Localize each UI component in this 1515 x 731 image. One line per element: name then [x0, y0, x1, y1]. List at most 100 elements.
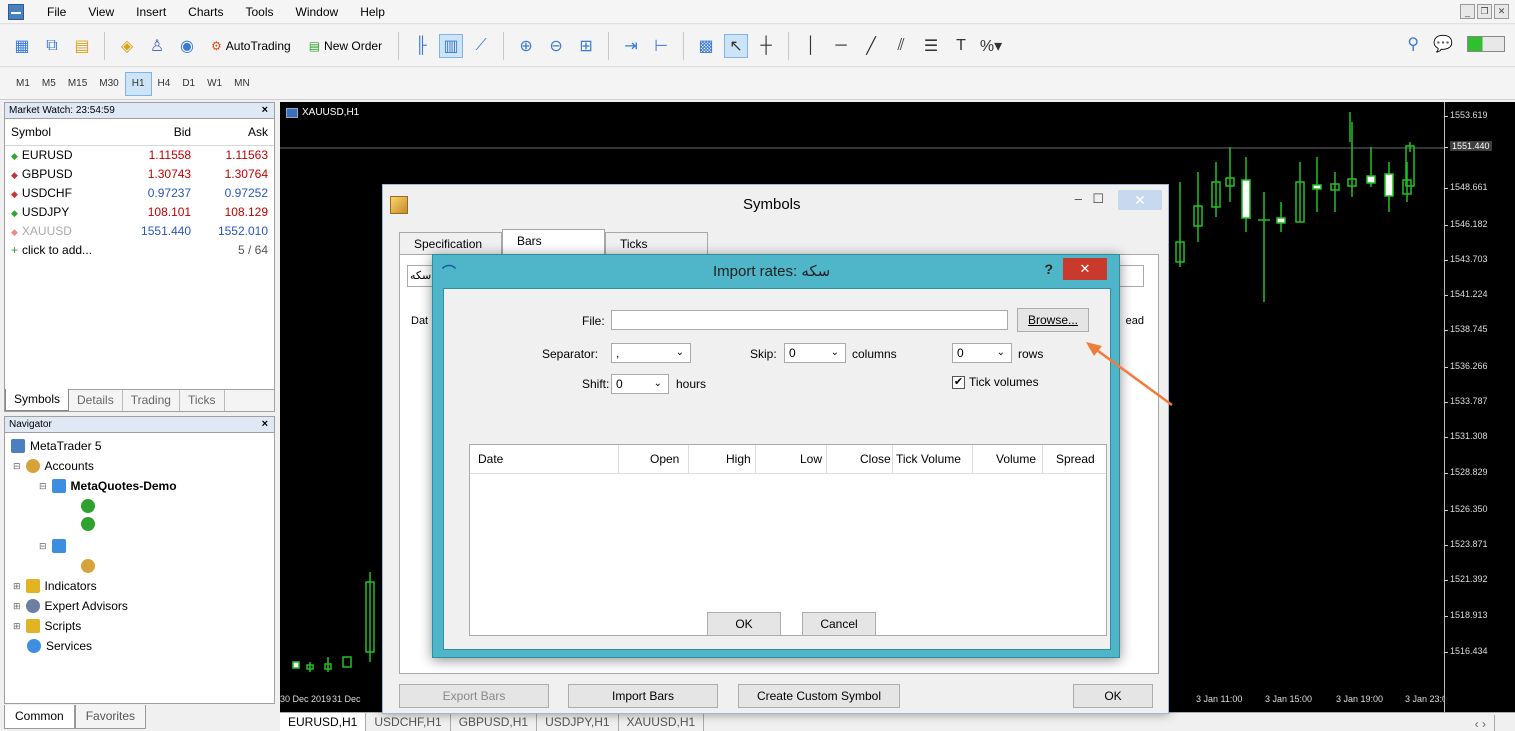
templates-icon[interactable]: ▤ — [70, 34, 94, 58]
table-row[interactable]: ◆ USDCHF 0.97237 0.97252 — [5, 183, 274, 202]
menu-window[interactable]: Window — [285, 5, 350, 19]
restore-icon[interactable]: ❐ — [1477, 4, 1492, 19]
new-chart-icon[interactable]: ▦ — [10, 34, 34, 58]
data-window-icon[interactable]: ♙ — [145, 34, 169, 58]
indicators-list-icon[interactable]: ▩ — [694, 34, 718, 58]
tick-volumes-checkbox[interactable]: ✔ Tick volumes — [952, 375, 1039, 389]
table-row[interactable]: ◆ XAUUSD 1551.440 1552.010 — [5, 221, 274, 240]
column-header-symbol[interactable]: Symbol — [5, 119, 121, 146]
menu-help[interactable]: Help — [349, 5, 396, 19]
horizontal-line-icon[interactable]: ─ — [829, 34, 853, 58]
timeframe-mn[interactable]: MN — [228, 72, 256, 96]
tab-specification[interactable]: Specification — [399, 232, 502, 254]
tab-ticks[interactable]: Ticks — [605, 232, 708, 254]
tile-windows-icon[interactable]: ⊞ — [574, 34, 598, 58]
column-header-volume[interactable]: Volume — [996, 452, 1036, 466]
help-icon[interactable]: ? — [1044, 261, 1053, 277]
export-bars-button[interactable]: Export Bars — [399, 684, 549, 708]
nav-scripts[interactable]: ⊞ Scripts — [13, 619, 81, 633]
text-icon[interactable]: T — [949, 34, 973, 58]
menu-view[interactable]: View — [77, 5, 125, 19]
column-header-spread[interactable]: Spread — [1056, 452, 1095, 466]
add-symbol-row[interactable]: + click to add... 5 / 64 — [5, 240, 274, 259]
timeframe-m15[interactable]: M15 — [62, 72, 93, 96]
ok-button[interactable]: OK — [707, 612, 781, 636]
maximize-icon[interactable]: ☐ — [1092, 191, 1104, 207]
import-bars-button[interactable]: Import Bars — [568, 684, 718, 708]
close-icon[interactable]: ✕ — [1118, 190, 1162, 210]
separator-select[interactable]: , ⌄ — [611, 343, 691, 363]
menu-insert[interactable]: Insert — [125, 5, 177, 19]
new-order-button[interactable]: ▤ New Order — [303, 32, 388, 60]
close-icon[interactable]: × — [262, 104, 268, 116]
nav-account-2[interactable] — [81, 517, 95, 531]
column-header-tick-volume[interactable]: Tick Volume — [896, 452, 961, 466]
shapes-dropdown-icon[interactable]: %▾ — [979, 34, 1003, 58]
tab-bars[interactable]: Bars — [502, 229, 605, 254]
nav-root-metatrader[interactable]: MetaTrader 5 — [11, 439, 102, 453]
skip-rows-select[interactable]: 0 ⌄ — [952, 343, 1012, 363]
tab-chart-xauusd[interactable]: XAUUSD,H1 — [619, 713, 705, 731]
autotrading-button[interactable]: ⚙ AutoTrading — [205, 32, 297, 60]
tab-trading[interactable]: Trading — [123, 390, 180, 411]
table-row[interactable]: ◆ EURUSD 1.11558 1.11563 — [5, 145, 274, 164]
tab-favorites[interactable]: Favorites — [74, 705, 147, 729]
create-custom-symbol-button[interactable]: Create Custom Symbol — [738, 684, 900, 708]
table-row[interactable]: ◆ USDJPY 108.101 108.129 — [5, 202, 274, 221]
tab-symbols[interactable]: Symbols — [5, 389, 70, 411]
candlestick-icon[interactable]: ▥ — [439, 33, 464, 58]
tab-details[interactable]: Details — [69, 390, 123, 411]
profiles-icon[interactable]: ⧉ — [40, 34, 64, 58]
nav-services[interactable]: Services — [27, 639, 92, 653]
equidistant-channel-icon[interactable]: ⫽ — [889, 34, 913, 58]
search-icon[interactable]: ⚲ — [1407, 34, 1419, 54]
vertical-line-icon[interactable]: │ — [799, 34, 823, 58]
nav-server-metaquotes-demo[interactable]: ⊟ MetaQuotes-Demo — [39, 479, 177, 493]
file-path-input[interactable] — [611, 310, 1008, 330]
tab-chart-eurusd[interactable]: EURUSD,H1 — [280, 713, 367, 731]
close-icon[interactable]: ✕ — [1494, 4, 1509, 19]
tab-scroll-arrows[interactable]: ‹ › — [1467, 715, 1495, 731]
table-row[interactable]: ◆ GBPUSD 1.30743 1.30764 — [5, 164, 274, 183]
zoom-out-icon[interactable]: ⊖ — [544, 34, 568, 58]
minimize-icon[interactable]: _ — [1460, 4, 1475, 19]
chat-icon[interactable]: 💬 — [1433, 34, 1453, 54]
column-header-open[interactable]: Open — [650, 452, 679, 466]
tab-chart-gbpusd[interactable]: GBPUSD,H1 — [451, 713, 538, 731]
column-header-high[interactable]: High — [726, 452, 751, 466]
browse-button[interactable]: Browse... — [1017, 308, 1089, 332]
menu-file[interactable]: File — [36, 5, 77, 19]
timeframe-h1[interactable]: H1 — [124, 71, 152, 96]
timeframe-m5[interactable]: M5 — [36, 72, 62, 96]
timeframe-w1[interactable]: W1 — [201, 72, 228, 96]
shift-select[interactable]: 0 ⌄ — [611, 374, 669, 394]
fibonacci-icon[interactable]: ☰ — [919, 34, 943, 58]
tab-chart-usdchf[interactable]: USDCHF,H1 — [366, 713, 451, 731]
menu-charts[interactable]: Charts — [177, 5, 234, 19]
nav-account-3[interactable] — [81, 559, 95, 573]
line-chart-icon[interactable]: ⟋ — [469, 34, 493, 58]
timeframe-d1[interactable]: D1 — [176, 72, 201, 96]
column-header-date[interactable]: Date — [478, 452, 503, 466]
timeframe-m1[interactable]: M1 — [10, 72, 36, 96]
column-header-low[interactable]: Low — [800, 452, 822, 466]
tab-ticks[interactable]: Ticks — [180, 390, 225, 411]
column-header-ask[interactable]: Ask — [197, 119, 274, 146]
crosshair-icon[interactable]: ┼ — [754, 34, 778, 58]
column-header-bid[interactable]: Bid — [120, 119, 198, 146]
trendline-icon[interactable]: ╱ — [859, 34, 883, 58]
market-watch-icon[interactable]: ◈ — [115, 34, 139, 58]
nav-account-1[interactable] — [81, 499, 95, 513]
close-icon[interactable]: × — [262, 418, 268, 430]
chart-shift-icon[interactable]: ⊢ — [649, 34, 673, 58]
nav-accounts[interactable]: ⊟ Accounts — [13, 459, 94, 473]
minimize-icon[interactable]: – — [1075, 191, 1082, 206]
zoom-in-icon[interactable]: ⊕ — [514, 34, 538, 58]
nav-server-2[interactable]: ⊟ — [39, 539, 66, 553]
skip-columns-select[interactable]: 0 ⌄ — [784, 343, 846, 363]
column-header-close[interactable]: Close — [860, 452, 891, 466]
cancel-button[interactable]: Cancel — [802, 612, 876, 636]
signals-icon[interactable]: ◉ — [175, 34, 199, 58]
tab-common[interactable]: Common — [4, 705, 75, 729]
tab-chart-usdjpy[interactable]: USDJPY,H1 — [537, 713, 619, 731]
